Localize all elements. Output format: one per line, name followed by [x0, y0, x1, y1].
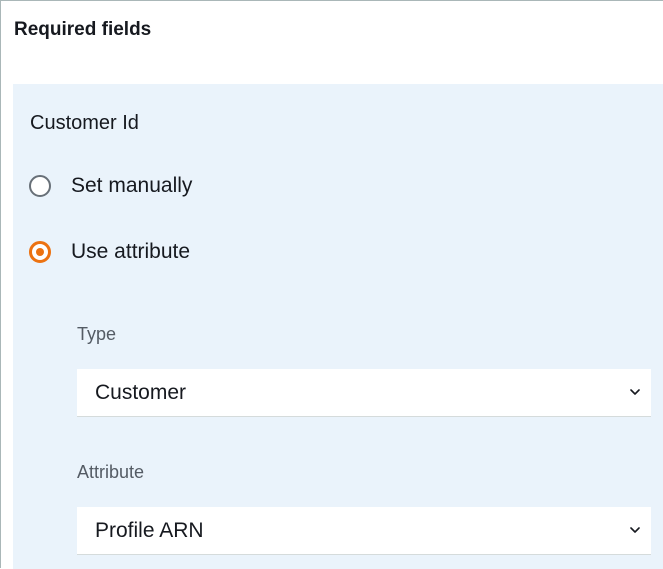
- customer-id-config: Customer Id Set manually Use attribute T…: [13, 84, 663, 569]
- customer-id-label: Customer Id: [30, 112, 139, 134]
- set-manually-label[interactable]: Set manually: [71, 174, 192, 198]
- chevron-down-icon[interactable]: [629, 386, 641, 398]
- chevron-down-icon[interactable]: [629, 524, 641, 536]
- section-title: Required fields: [14, 19, 152, 40]
- use-attribute-option[interactable]: Use attribute: [29, 240, 190, 264]
- type-select[interactable]: Customer: [77, 369, 651, 417]
- set-manually-radio[interactable]: [29, 175, 51, 197]
- use-attribute-label[interactable]: Use attribute: [71, 240, 190, 264]
- set-manually-option[interactable]: Set manually: [29, 174, 192, 198]
- attribute-label: Attribute: [77, 462, 145, 482]
- type-label: Type: [77, 324, 117, 344]
- attribute-select[interactable]: Profile ARN: [77, 507, 651, 555]
- use-attribute-radio[interactable]: [29, 241, 51, 263]
- type-select-value[interactable]: Customer: [95, 381, 186, 405]
- required-fields-panel: Required fields Customer Id Set manually…: [0, 0, 663, 569]
- attribute-select-value[interactable]: Profile ARN: [95, 519, 204, 543]
